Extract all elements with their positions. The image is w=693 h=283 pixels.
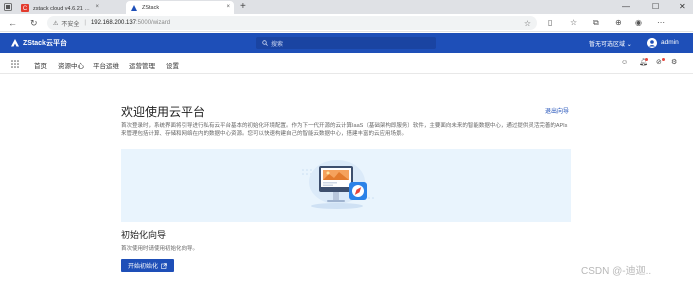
split-screen-icon[interactable]: ▯	[548, 18, 552, 28]
csdn-favicon-icon: C	[21, 3, 29, 12]
url-path: :5000/wizard	[136, 20, 171, 26]
profile-icon[interactable]: ◉	[635, 18, 642, 28]
svg-text:C: C	[23, 6, 28, 12]
close-window-button[interactable]: ✕	[679, 2, 686, 11]
zstack-logo-icon	[11, 39, 19, 47]
search-icon	[262, 40, 268, 46]
browser-tab-zstack[interactable]: ZStack ×	[126, 1, 234, 14]
browser-tab-strip: C zstack cloud v4.6.21 快速安装的 × ZStack × …	[0, 0, 693, 14]
bookmark-star-icon[interactable]: ☆	[524, 19, 531, 28]
tab-label: ZStack	[142, 4, 160, 11]
more-menu-icon[interactable]: ⋯	[657, 18, 665, 28]
menu-item-settings[interactable]: 设置	[166, 60, 179, 70]
notification-dot	[645, 58, 648, 61]
menu-item-operations-mgmt[interactable]: 运营管理	[129, 60, 155, 70]
menu-item-home[interactable]: 首页	[34, 60, 47, 70]
minimize-button[interactable]: —	[622, 2, 630, 11]
page-title: 欢迎使用云平台	[121, 105, 206, 119]
browser-tab-csdn[interactable]: C zstack cloud v4.6.21 快速安装的 ×	[17, 1, 103, 14]
watermark-text: CSDN @-迪迦..	[581, 266, 652, 277]
security-label: 不安全	[61, 21, 80, 28]
region-label: 暂无可选区域	[589, 42, 626, 48]
global-search-input[interactable]: 搜索	[256, 37, 436, 49]
user-name[interactable]: admin	[661, 39, 679, 46]
alert-icon[interactable]: ⊘	[656, 59, 662, 67]
address-bar[interactable]: ⚠ 不安全 | 192.168.200.137 :5000/wizard ☆	[47, 16, 537, 30]
zstack-favicon-icon	[130, 4, 138, 12]
collections-icon[interactable]: ⧉	[593, 18, 599, 28]
warning-icon: ⚠	[53, 20, 59, 27]
search-placeholder: 搜索	[271, 41, 284, 48]
favorites-icon[interactable]: ☆	[570, 18, 577, 28]
button-label: 开始初始化	[127, 264, 158, 270]
external-link-icon	[161, 262, 167, 269]
close-tab-icon[interactable]: ×	[226, 4, 230, 10]
app-grid-icon[interactable]	[11, 60, 19, 68]
section-subtitle: 首次使用时请使用初始化向导。	[121, 246, 199, 252]
app-header: ZStack云平台 搜索 暂无可选区域 ⌄ admin	[0, 33, 693, 53]
workspaces-icon[interactable]	[4, 3, 12, 11]
menu-item-platform-ops[interactable]: 平台运维	[93, 60, 119, 70]
browser-toolbar: ← ↻ ⚠ 不安全 | 192.168.200.137 :5000/wizard…	[0, 14, 693, 32]
url-host: 192.168.200.137	[90, 20, 137, 26]
chevron-down-icon: ⌄	[626, 42, 632, 48]
divider: |	[84, 20, 86, 26]
reload-icon[interactable]: ↻	[30, 17, 38, 29]
close-tab-icon[interactable]: ×	[95, 4, 99, 10]
start-initialization-button[interactable]: 开始初始化	[121, 259, 174, 272]
cloud-computer-illustration	[302, 160, 374, 209]
new-tab-button[interactable]: +	[240, 1, 246, 13]
maximize-button[interactable]: ☐	[652, 2, 659, 11]
extensions-icon[interactable]: ⊕	[615, 18, 622, 28]
alert-dot	[662, 58, 665, 61]
menu-item-resource-center[interactable]: 资源中心	[58, 60, 84, 70]
tab-label: zstack cloud v4.6.21 快速安装的	[33, 5, 95, 12]
avatar[interactable]	[647, 38, 657, 48]
gear-icon[interactable]: ⚙	[671, 59, 677, 67]
help-icon[interactable]: ☺	[621, 59, 628, 67]
logo-text: ZStack云平台	[23, 40, 67, 47]
zstack-logo[interactable]: ZStack云平台	[10, 37, 67, 49]
app-menu-bar: 首页 资源中心 平台运维 运营管理 设置 ☺ 🔔︎ ⊘ ⚙	[0, 53, 693, 74]
region-selector[interactable]: 暂无可选区域 ⌄	[589, 39, 632, 48]
back-icon[interactable]: ←	[8, 17, 17, 29]
section-title: 初始化向导	[121, 230, 167, 240]
wizard-description: 首次登录时，系统界面将引导进行私有云平台基本的初始化环境配置。作为下一代开源的云…	[121, 123, 568, 137]
exit-wizard-link[interactable]: 退出向导	[545, 106, 569, 115]
